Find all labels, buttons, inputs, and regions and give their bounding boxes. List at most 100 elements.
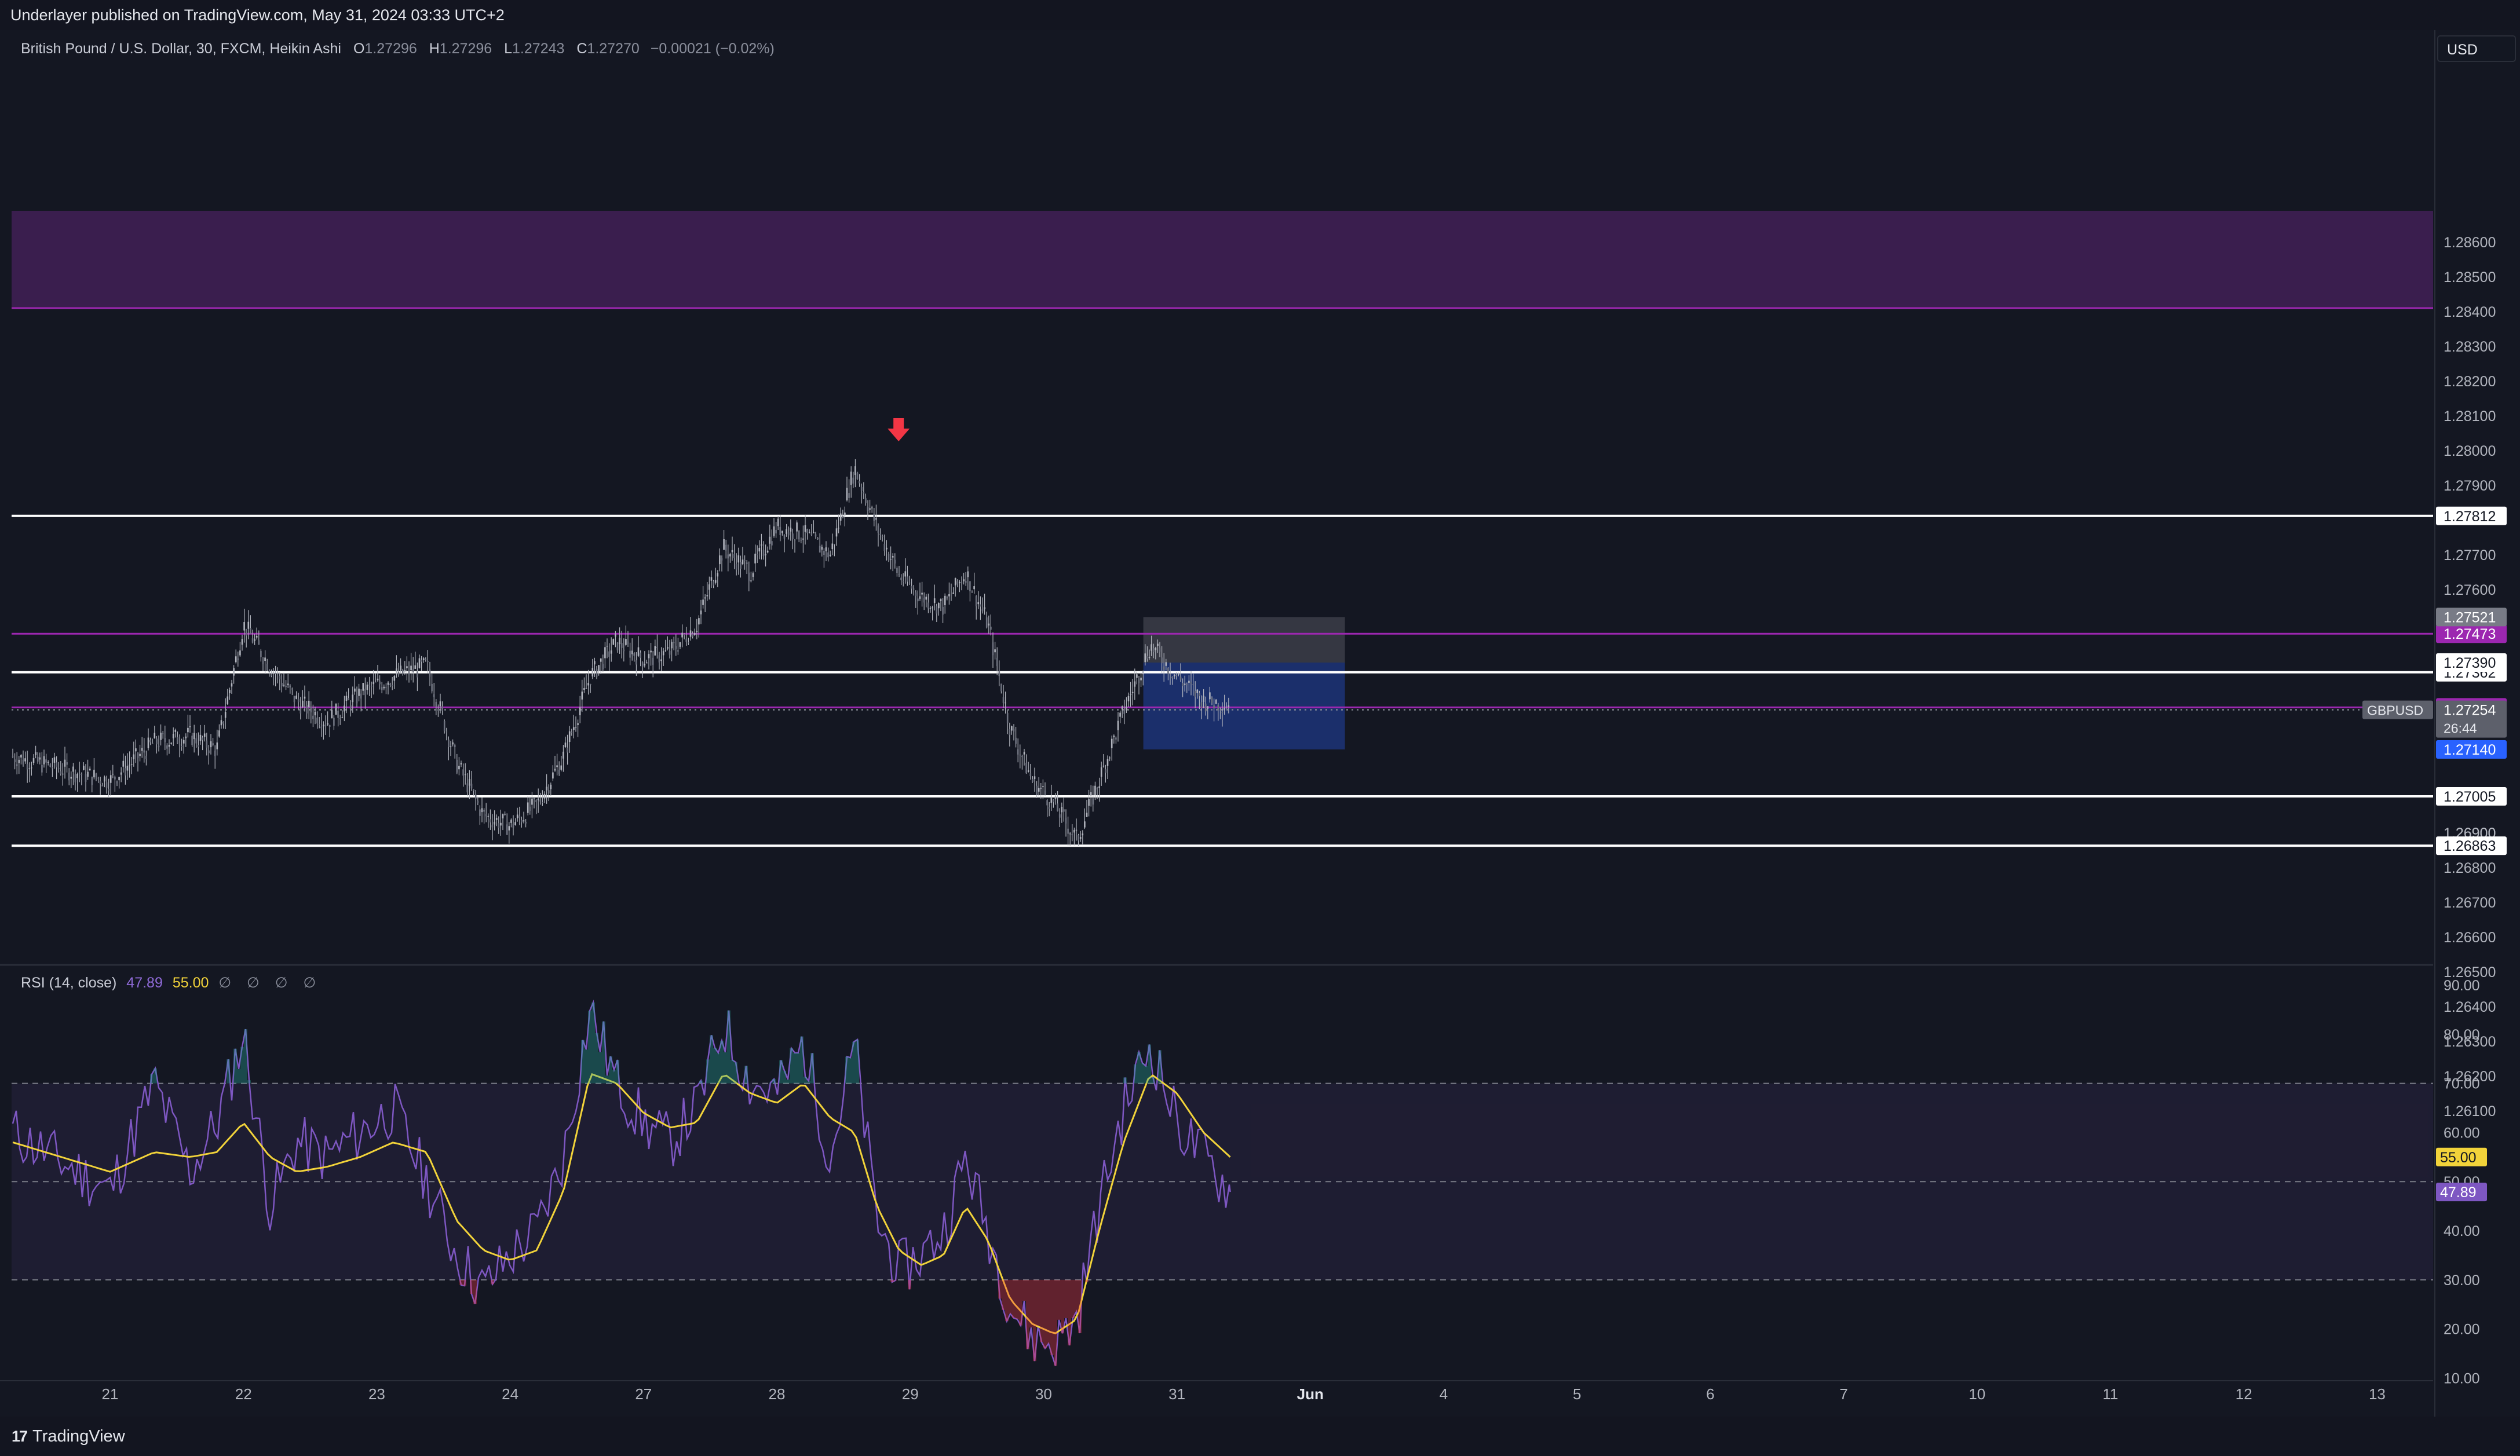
candle-body [990, 627, 992, 630]
candle-body [247, 621, 250, 629]
candle-body [506, 824, 508, 835]
candle-body [389, 683, 391, 685]
candle-body [898, 574, 900, 576]
candle-body [43, 756, 45, 764]
candle-body [172, 733, 174, 738]
candle-body [241, 639, 243, 645]
candle-body [250, 628, 251, 634]
rsi-extras: ∅ ∅ ∅ ∅ [218, 975, 322, 991]
candle-body [981, 609, 984, 612]
candle-body [787, 532, 790, 536]
candle-body [341, 717, 344, 718]
candle-body [560, 765, 563, 770]
candle-body [790, 528, 792, 532]
candle-body [66, 762, 68, 765]
candle-body [422, 658, 425, 660]
candle-body [116, 781, 118, 784]
candle-body [704, 597, 706, 599]
position-stop-zone[interactable] [1143, 617, 1345, 663]
candle-body [1178, 673, 1179, 675]
chart-canvas[interactable]: 1.28600 1.28500 1.28400 1.28300 1.28200 1.281… [0, 30, 2520, 1417]
candle-body [892, 556, 894, 558]
candle-body [120, 772, 122, 775]
candle-body [610, 650, 612, 654]
candle-body [216, 742, 218, 749]
candle-body [1021, 756, 1023, 757]
candle-body [39, 757, 41, 760]
candle-body [1151, 644, 1152, 651]
candle-body [379, 681, 381, 685]
candle-body [583, 688, 585, 690]
candle-body [765, 554, 766, 555]
last-price-countdown: 26:44 [2444, 721, 2477, 736]
candle-body [439, 701, 441, 707]
candle-body [193, 733, 195, 740]
candle-body [656, 647, 658, 649]
candle-body [925, 597, 927, 600]
symbol-title: British Pound / U.S. Dollar, 30, FXCM, H… [21, 41, 341, 57]
candle-body [973, 586, 975, 590]
candle-body [344, 705, 345, 712]
candle-body [304, 696, 306, 699]
candle-body [104, 777, 105, 782]
candle-body [756, 554, 758, 555]
candle-body [600, 658, 602, 662]
candle-body [835, 528, 838, 537]
candle-body [1084, 821, 1086, 828]
candle-body [1215, 700, 1217, 704]
price-legend: British Pound / U.S. Dollar, 30, FXCM, H… [21, 41, 775, 57]
candle-body [594, 661, 596, 665]
rsi-name: RSI (14, close) [21, 975, 117, 991]
candle-body [391, 685, 393, 686]
candle-body [381, 687, 383, 690]
price-pane-bg [0, 30, 2520, 964]
candle-body [825, 547, 827, 551]
tradingview-logo[interactable]: 17 TradingView [12, 1427, 125, 1446]
candle-body [74, 774, 76, 782]
candle-body [702, 599, 704, 605]
candle-body [314, 711, 316, 716]
candle-body [865, 498, 867, 503]
candle-body [946, 597, 948, 599]
time-tick-1: 22 [235, 1385, 252, 1403]
candle-body [994, 649, 996, 653]
candle-body [352, 694, 354, 703]
candle-body [717, 573, 719, 577]
candle-body [1044, 790, 1046, 795]
candle-body [333, 718, 335, 726]
candle-body [677, 650, 679, 652]
candle-body [495, 818, 498, 820]
candle-body [14, 759, 16, 763]
candle-body [400, 665, 401, 671]
candle-body [412, 669, 414, 673]
candle-body [185, 736, 187, 738]
candle-body [358, 689, 360, 696]
hline-tag-3: 1.26863 [2444, 838, 2496, 854]
candle-body [806, 529, 808, 533]
candle-body [546, 786, 547, 791]
candle-body [1057, 803, 1058, 811]
candle-body [302, 700, 304, 707]
candle-body [798, 531, 800, 540]
candle-body [337, 711, 339, 718]
candle-body [70, 777, 72, 779]
change-value: −0.00021 (−0.02%) [650, 41, 775, 57]
candle-body [829, 554, 831, 556]
candle-body [708, 584, 710, 590]
candle-body [156, 738, 158, 745]
candle-body [53, 757, 56, 763]
candle-body [195, 738, 198, 744]
candle-body [883, 543, 886, 551]
candle-body [854, 466, 856, 475]
candle-body [189, 726, 191, 727]
position-target-zone[interactable] [1143, 663, 1345, 749]
candle-body [615, 634, 616, 637]
candle-body [1142, 671, 1144, 675]
candle-body [122, 760, 125, 767]
candle-body [650, 650, 652, 653]
candle-body [91, 777, 93, 785]
candle-body [491, 825, 494, 828]
candle-body [881, 535, 883, 537]
supply-zone[interactable] [12, 211, 2433, 308]
candle-body [1050, 796, 1053, 803]
